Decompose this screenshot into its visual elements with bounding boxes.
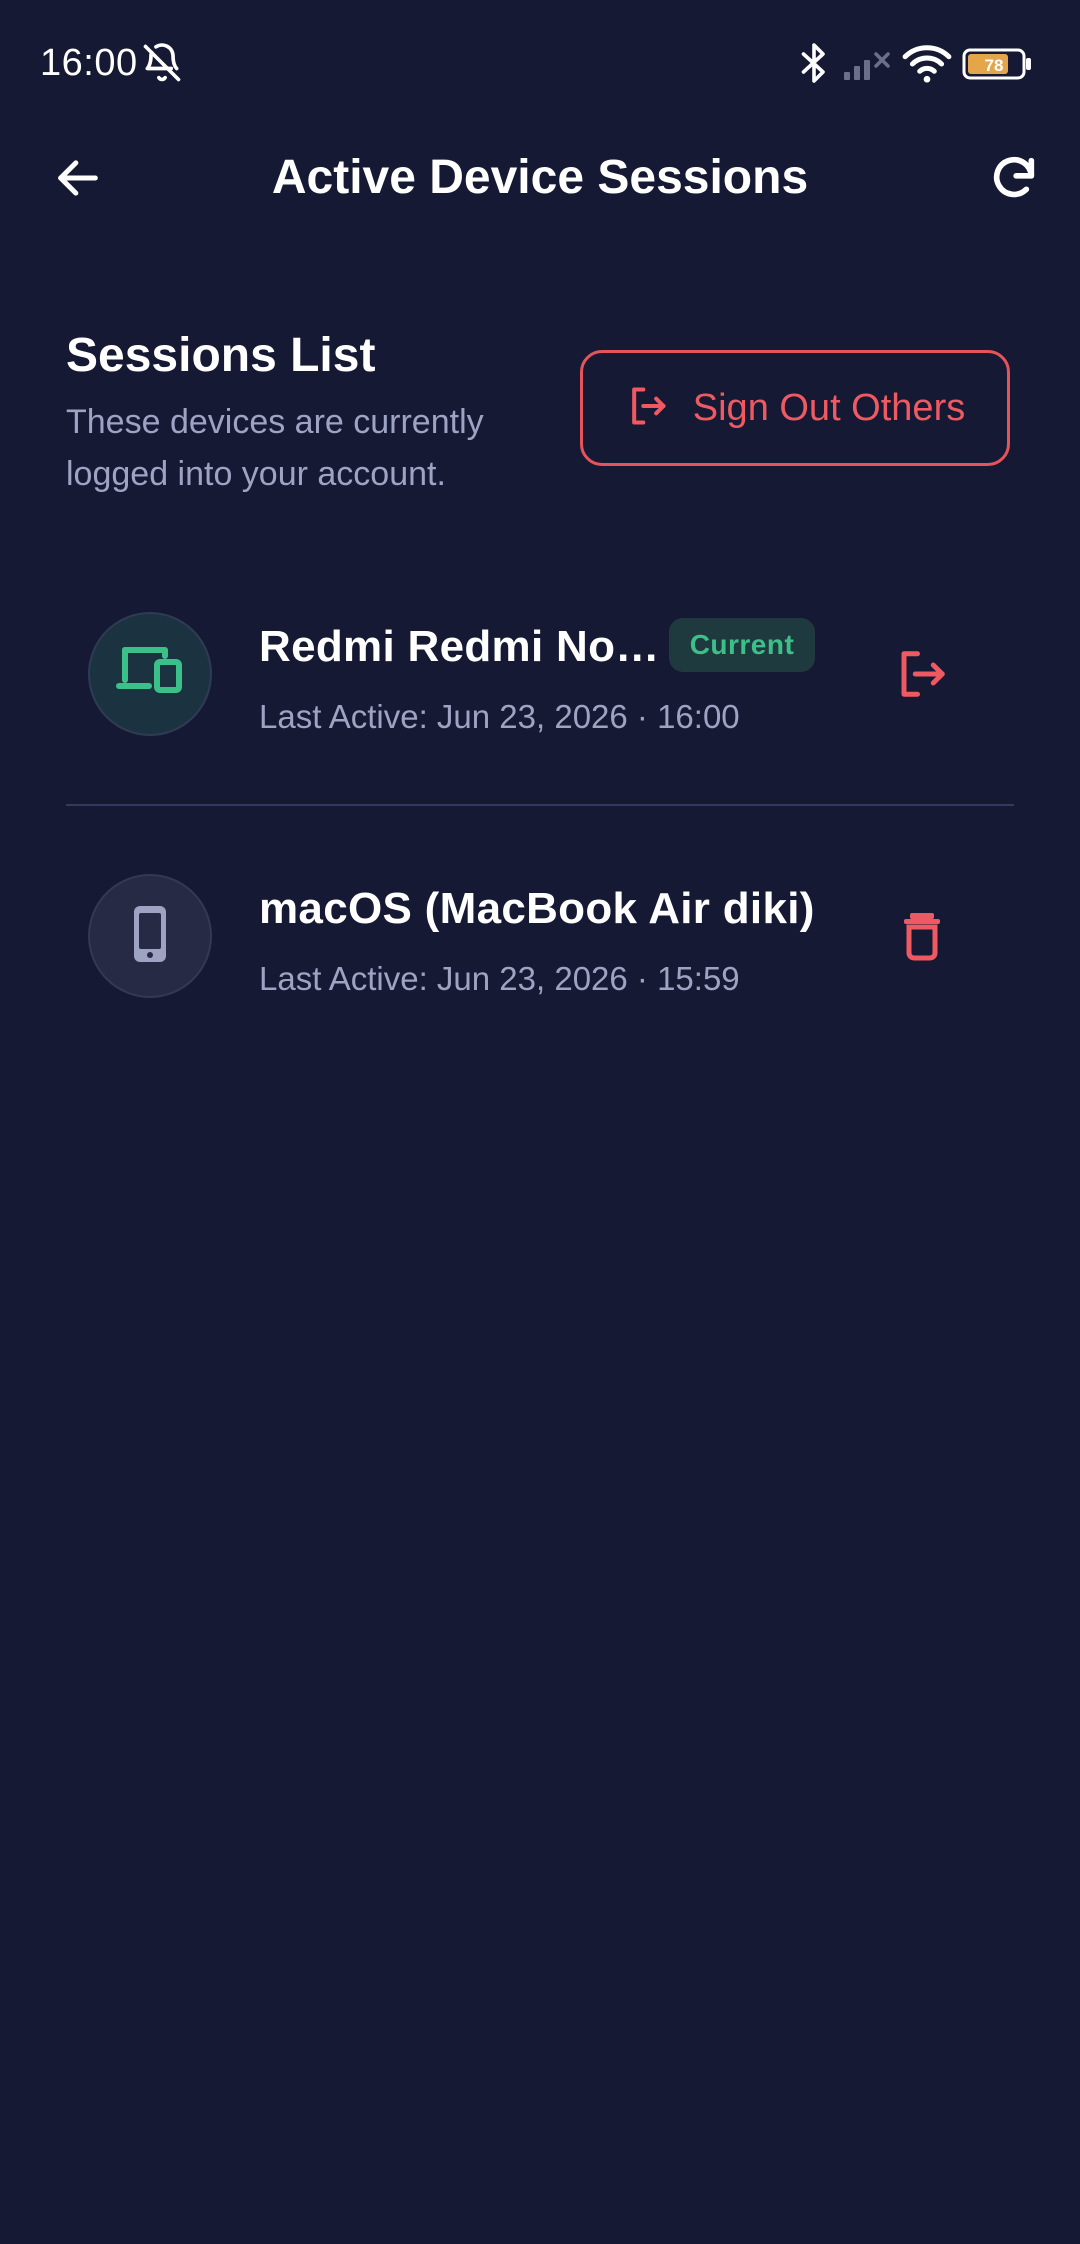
wifi-icon — [902, 42, 952, 91]
current-badge: Current — [669, 618, 815, 672]
sign-out-others-label: Sign Out Others — [692, 386, 966, 429]
sign-out-others-button[interactable]: Sign Out Others — [580, 350, 1010, 466]
section-description-line: logged into your account. — [66, 455, 446, 493]
refresh-icon — [988, 152, 1040, 209]
status-time: 16:00 — [40, 42, 138, 84]
device-name: Redmi Redmi No… — [259, 622, 660, 671]
logout-icon — [625, 384, 669, 433]
app-bar: Active Device Sessions — [0, 130, 1080, 230]
last-active-text: Last Active: Jun 23, 2026 · 16:00 — [259, 698, 740, 735]
bell-off-icon — [140, 40, 184, 91]
device-avatar — [88, 874, 212, 998]
device-name: macOS (MacBook Air diki) — [259, 884, 815, 933]
delete-session-button[interactable] — [886, 902, 958, 974]
trash-icon — [900, 911, 944, 966]
smartphone-icon — [128, 902, 172, 971]
refresh-button[interactable] — [976, 148, 1052, 212]
sign-out-session-button[interactable] — [886, 640, 958, 712]
sessions-header: Sessions List These devices are currentl… — [66, 324, 546, 500]
bluetooth-icon — [796, 40, 832, 91]
section-description-line: These devices are currently — [66, 403, 484, 441]
device-avatar — [88, 612, 212, 736]
battery-level: 78 — [985, 56, 1004, 75]
signal-off-icon — [842, 44, 892, 89]
logout-icon — [895, 647, 949, 706]
devices-icon — [115, 642, 185, 707]
last-active-text: Last Active: Jun 23, 2026 · 15:59 — [259, 960, 740, 997]
battery-icon: 78 — [962, 48, 1034, 85]
section-title: Sessions List — [66, 329, 376, 382]
session-row[interactable]: Redmi Redmi No… Current Last Active: Jun… — [66, 590, 1014, 760]
session-row[interactable]: macOS (MacBook Air diki) Last Active: Ju… — [66, 852, 1014, 1022]
status-bar: 16:00 78 — [0, 0, 1080, 130]
page-title: Active Device Sessions — [271, 151, 809, 204]
section-description: These devices are currently logged into … — [66, 396, 546, 500]
divider — [66, 804, 1014, 806]
